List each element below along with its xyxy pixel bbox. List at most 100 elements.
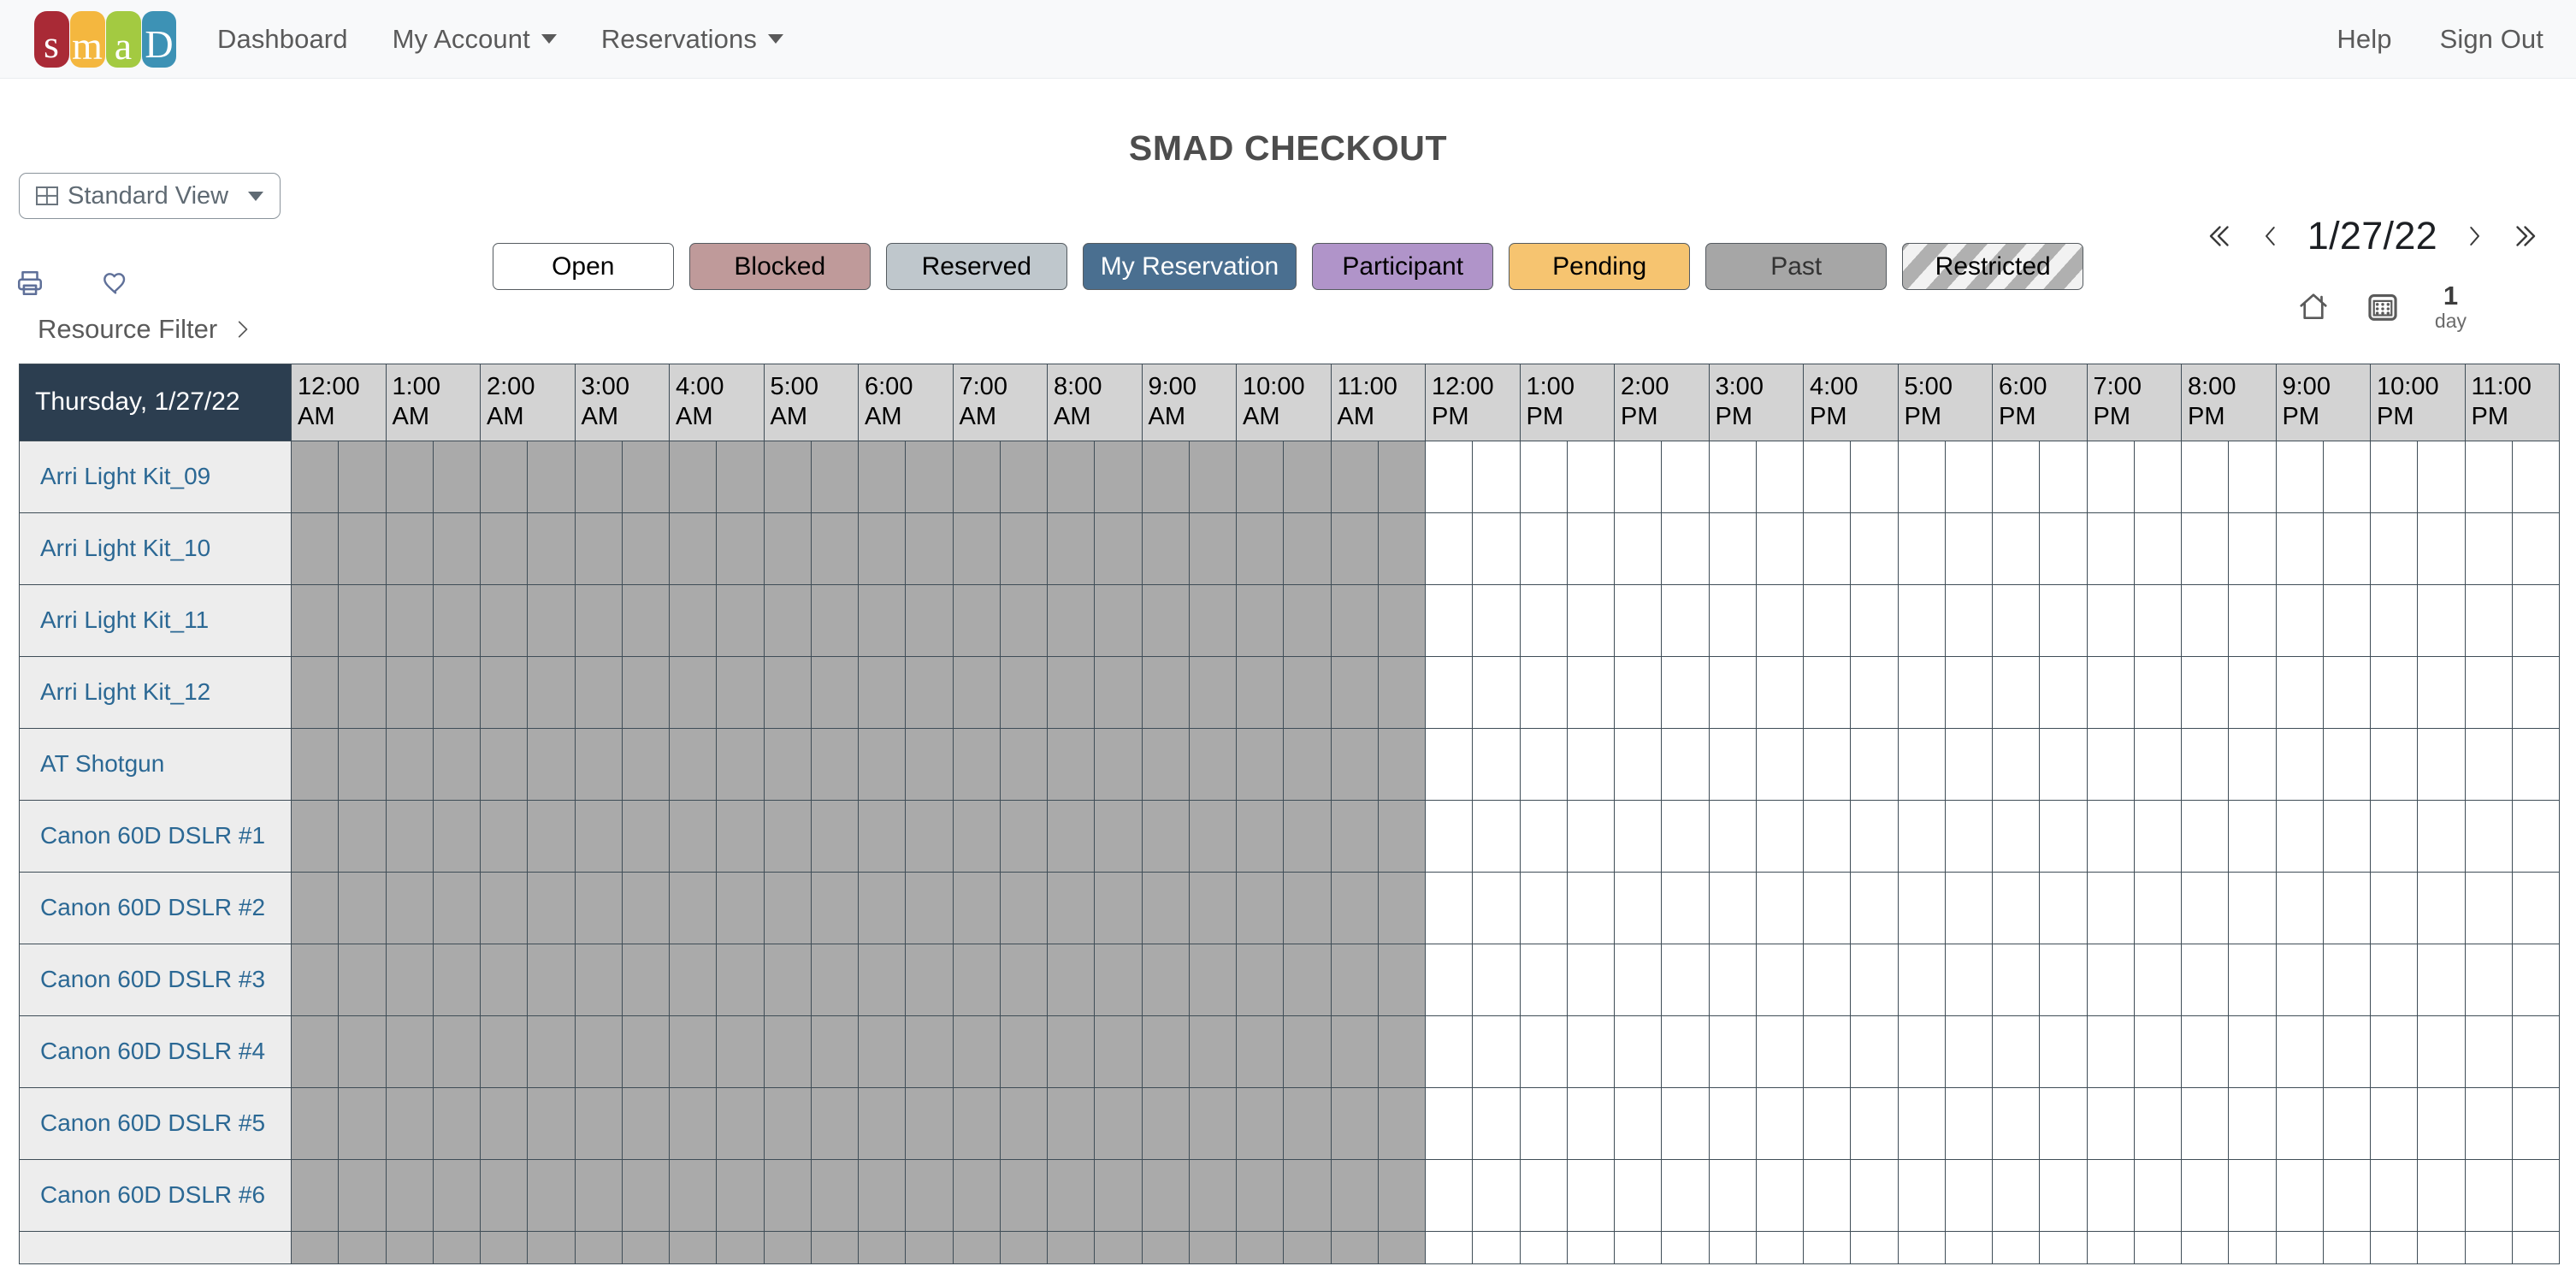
time-slot-open[interactable]	[2511, 583, 2561, 657]
time-slot-open[interactable]	[1755, 727, 1805, 801]
time-slot-open[interactable]	[2322, 799, 2372, 873]
resource-link[interactable]: Canon 60D DSLR #6	[40, 1181, 265, 1208]
time-slot-open[interactable]	[2417, 1230, 2466, 1264]
time-slot-open[interactable]	[2086, 871, 2135, 944]
time-slot-open[interactable]	[1519, 440, 1568, 513]
time-slot-open[interactable]	[1802, 1086, 1852, 1160]
time-slot-open[interactable]	[2417, 655, 2466, 729]
time-slot-open[interactable]	[2275, 1015, 2324, 1088]
time-slot-open[interactable]	[1424, 1158, 1474, 1232]
time-slot-open[interactable]	[2180, 871, 2230, 944]
time-slot-open[interactable]	[1755, 871, 1805, 944]
time-slot-open[interactable]	[2511, 799, 2561, 873]
time-slot-open[interactable]	[2322, 727, 2372, 801]
time-slot-open[interactable]	[2039, 727, 2088, 801]
time-slot-open[interactable]	[1708, 727, 1757, 801]
time-slot-open[interactable]	[2464, 799, 2513, 873]
time-slot-open[interactable]	[1566, 583, 1616, 657]
time-slot-open[interactable]	[1755, 583, 1805, 657]
time-slot-open[interactable]	[2275, 943, 2324, 1016]
time-slot-open[interactable]	[1944, 727, 1994, 801]
time-slot-open[interactable]	[1566, 1230, 1616, 1264]
time-slot-open[interactable]	[1991, 440, 2041, 513]
time-slot-open[interactable]	[2228, 871, 2277, 944]
time-slot-open[interactable]	[1850, 799, 1899, 873]
time-slot-open[interactable]	[2180, 799, 2230, 873]
time-slot-open[interactable]	[2464, 655, 2513, 729]
time-slot-open[interactable]	[1472, 943, 1521, 1016]
time-slot-open[interactable]	[1566, 512, 1616, 585]
time-slot-open[interactable]	[1519, 799, 1568, 873]
time-slot-open[interactable]	[1566, 799, 1616, 873]
time-slot-open[interactable]	[1944, 1158, 1994, 1232]
time-slot-open[interactable]	[1424, 440, 1474, 513]
time-slot-open[interactable]	[2464, 727, 2513, 801]
time-slot-open[interactable]	[2039, 583, 2088, 657]
time-slot-open[interactable]	[1424, 583, 1474, 657]
time-slot-open[interactable]	[2511, 655, 2561, 729]
time-slot-open[interactable]	[2275, 1158, 2324, 1232]
time-slot-open[interactable]	[2417, 871, 2466, 944]
time-slot-open[interactable]	[2417, 799, 2466, 873]
time-slot-open[interactable]	[2275, 655, 2324, 729]
time-slot-open[interactable]	[1472, 727, 1521, 801]
time-slot-open[interactable]	[2039, 655, 2088, 729]
time-slot-open[interactable]	[1944, 943, 1994, 1016]
time-slot-open[interactable]	[1566, 1015, 1616, 1088]
time-slot-open[interactable]	[2417, 512, 2466, 585]
time-slot-open[interactable]	[1944, 512, 1994, 585]
time-slot-open[interactable]	[2228, 727, 2277, 801]
time-slot-open[interactable]	[1661, 799, 1710, 873]
time-slot-open[interactable]	[2133, 440, 2183, 513]
time-slot-open[interactable]	[1991, 512, 2041, 585]
time-slot-open[interactable]	[2133, 655, 2183, 729]
time-slot-open[interactable]	[2511, 1015, 2561, 1088]
time-slot-open[interactable]	[2464, 871, 2513, 944]
legend-button-pending[interactable]: Pending	[1509, 243, 1691, 290]
time-slot-open[interactable]	[1944, 655, 1994, 729]
time-slot-open[interactable]	[1424, 943, 1474, 1016]
time-slot-open[interactable]	[1566, 871, 1616, 944]
time-slot-open[interactable]	[2228, 1230, 2277, 1264]
time-slot-open[interactable]	[2511, 1086, 2561, 1160]
time-slot-open[interactable]	[2417, 583, 2466, 657]
time-slot-open[interactable]	[2039, 1230, 2088, 1264]
time-slot-open[interactable]	[1850, 1086, 1899, 1160]
day-span-selector[interactable]: 1 day	[2435, 282, 2467, 331]
chevron-left-icon[interactable]	[2258, 219, 2284, 253]
time-slot-open[interactable]	[2511, 943, 2561, 1016]
time-slot-open[interactable]	[1755, 655, 1805, 729]
time-slot-open[interactable]	[2039, 1158, 2088, 1232]
time-slot-open[interactable]	[2086, 440, 2135, 513]
time-slot-open[interactable]	[1944, 440, 1994, 513]
time-slot-open[interactable]	[1661, 871, 1710, 944]
time-slot-open[interactable]	[1944, 871, 1994, 944]
time-slot-open[interactable]	[2275, 727, 2324, 801]
time-slot-open[interactable]	[2511, 1230, 2561, 1264]
time-slot-open[interactable]	[1424, 727, 1474, 801]
time-slot-open[interactable]	[1897, 1086, 1946, 1160]
printer-icon[interactable]	[15, 269, 44, 298]
time-slot-open[interactable]	[2228, 1086, 2277, 1160]
time-slot-open[interactable]	[2275, 583, 2324, 657]
time-slot-open[interactable]	[1897, 1158, 1946, 1232]
time-slot-open[interactable]	[2039, 512, 2088, 585]
time-slot-open[interactable]	[2039, 1086, 2088, 1160]
time-slot-open[interactable]	[2322, 1158, 2372, 1232]
time-slot-open[interactable]	[2228, 943, 2277, 1016]
time-slot-open[interactable]	[1850, 655, 1899, 729]
time-slot-open[interactable]	[2275, 1086, 2324, 1160]
legend-button-participant[interactable]: Participant	[1312, 243, 1494, 290]
time-slot-open[interactable]	[1708, 1086, 1757, 1160]
time-slot-open[interactable]	[2228, 583, 2277, 657]
time-slot-open[interactable]	[2511, 871, 2561, 944]
time-slot-open[interactable]	[2369, 512, 2419, 585]
time-slot-open[interactable]	[2369, 655, 2419, 729]
time-slot-open[interactable]	[2228, 440, 2277, 513]
time-slot-open[interactable]	[1897, 871, 1946, 944]
time-slot-open[interactable]	[1566, 440, 1616, 513]
time-slot-open[interactable]	[1472, 440, 1521, 513]
time-slot-open[interactable]	[1708, 655, 1757, 729]
time-slot-open[interactable]	[1613, 943, 1663, 1016]
time-slot-open[interactable]	[1897, 943, 1946, 1016]
